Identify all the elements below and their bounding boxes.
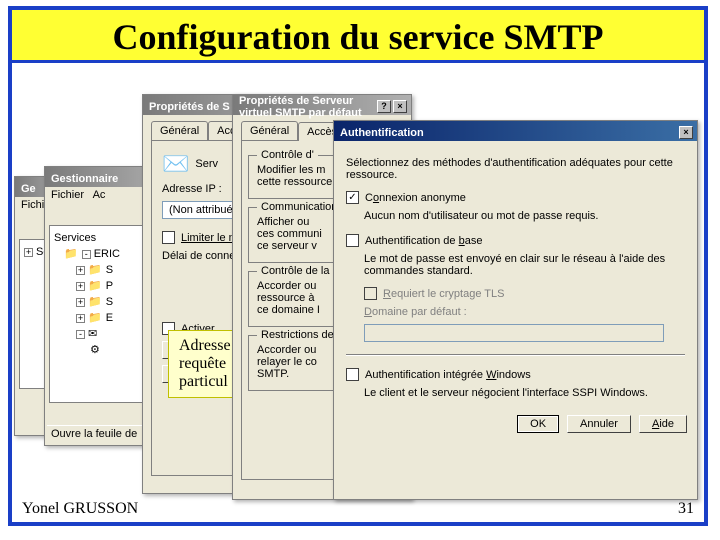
label: Limiter le n [181, 232, 235, 244]
window-title: Propriétés de S [149, 101, 230, 113]
footer-author: Yonel GRUSSON [22, 500, 138, 518]
footer-page: 31 [678, 500, 694, 518]
annotation-box: Adresse requête particul [168, 330, 242, 398]
dialog-body: Sélectionnez des méthodes d'authentifica… [334, 141, 697, 409]
label-windows: Authentification intégrée Windows [365, 369, 531, 381]
help-button[interactable]: Aide [639, 415, 687, 433]
checkbox-tls [364, 287, 377, 300]
window-title: Authentification [340, 127, 424, 139]
help-button[interactable]: ? [377, 100, 391, 113]
label-basic: Authentification de base [365, 235, 482, 247]
intro-text: Sélectionnez des méthodes d'authentifica… [346, 157, 685, 181]
checkbox-basic[interactable] [346, 234, 359, 247]
authentication-dialog: Authentification × Sélectionnez des méth… [333, 120, 698, 500]
titlebar: Authentification × [334, 121, 697, 141]
basic-desc: Le mot de passe est envoyé en clair sur … [364, 253, 685, 277]
close-button[interactable]: × [679, 126, 693, 139]
checkbox-windows[interactable] [346, 368, 359, 381]
slide-frame: Configuration du service SMTP Ge Fichier… [8, 6, 708, 526]
tree-item-services[interactable]: Services [54, 230, 156, 246]
windows-desc: Le client et le serveur négocient l'inte… [364, 387, 685, 399]
window-title: Gestionnaire [51, 173, 118, 185]
window-title: Ge [21, 183, 36, 195]
menu-fichier[interactable]: Fichier [51, 189, 84, 201]
slide-title: Configuration du service SMTP [12, 10, 704, 63]
label: Adresse IP : [162, 183, 222, 195]
menu-ac[interactable]: Ac [93, 189, 106, 201]
label-anonymous: Connexion anonyme [365, 192, 466, 204]
ok-button[interactable]: OK [517, 415, 559, 433]
anon-desc: Aucun nom d'utilisateur ou mot de passe … [364, 210, 685, 222]
close-button[interactable]: × [393, 100, 407, 113]
default-domain-input [364, 324, 664, 342]
label: Délai de conne [162, 250, 235, 262]
label-tls: Requiert le cryptage TLS [383, 288, 504, 300]
separator [346, 354, 685, 356]
label: Serv [195, 158, 218, 170]
cancel-button[interactable]: Annuler [567, 415, 631, 433]
label-domain: Domaine par défaut : [364, 306, 467, 318]
window-title: Propriétés de Serveur virtuel SMTP par d… [239, 95, 377, 119]
checkbox-anonymous[interactable]: ✓ [346, 191, 359, 204]
tab-general[interactable]: Général [241, 121, 298, 140]
tab-general[interactable]: Général [151, 121, 208, 140]
button-row: OK Annuler Aide [334, 409, 697, 443]
titlebar: Propriétés de Serveur virtuel SMTP par d… [233, 95, 411, 115]
checkbox[interactable] [162, 231, 175, 244]
